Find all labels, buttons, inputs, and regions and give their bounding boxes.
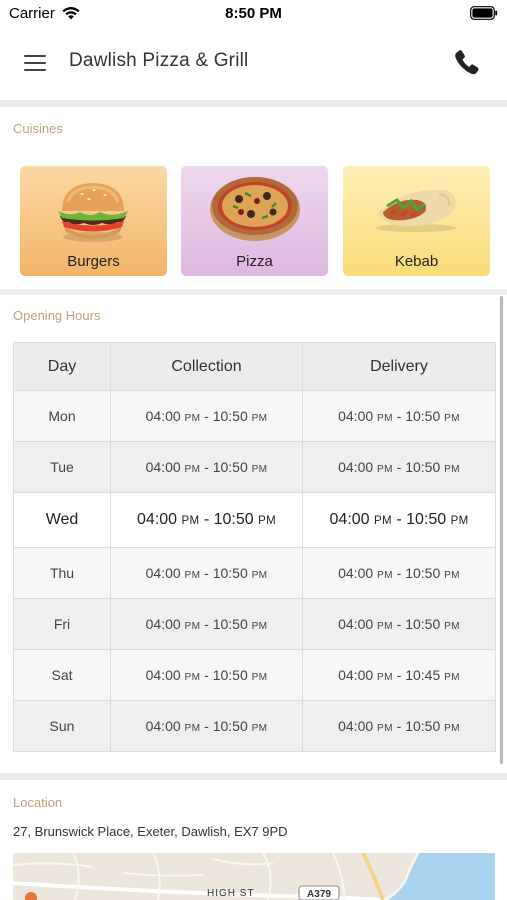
- delivery-hours-cell: 04:00 PM - 10:50 PM: [302, 441, 496, 493]
- collection-hours-cell: 04:00 PM - 10:50 PM: [110, 598, 303, 650]
- opening-hours-title: Opening Hours: [13, 308, 101, 323]
- column-header-delivery: Delivery: [302, 342, 496, 391]
- section-divider: [0, 289, 507, 295]
- table-header-row: Day Collection Delivery: [13, 342, 496, 391]
- day-cell: Sat: [13, 649, 111, 701]
- day-cell: Wed: [13, 492, 111, 548]
- column-header-day: Day: [13, 342, 111, 391]
- cuisine-card-kebab[interactable]: Kebab: [343, 166, 490, 276]
- hours-scrollbar[interactable]: [500, 296, 503, 764]
- map-road-label: A379: [307, 889, 331, 900]
- cuisine-card-burgers[interactable]: Burgers: [20, 166, 167, 276]
- cuisine-card-pizza[interactable]: Pizza: [181, 166, 328, 276]
- table-row: Sun 04:00 PM - 10:50 PM 04:00 PM - 10:50…: [13, 700, 496, 752]
- section-divider: [0, 773, 507, 780]
- collection-hours-cell: 04:00 PM - 10:50 PM: [110, 390, 303, 442]
- status-bar: Carrier 8:50 PM: [0, 0, 507, 28]
- table-row: Sat 04:00 PM - 10:50 PM 04:00 PM - 10:45…: [13, 649, 496, 701]
- table-row: Thu 04:00 PM - 10:50 PM 04:00 PM - 10:50…: [13, 547, 496, 599]
- delivery-hours-cell: 04:00 PM - 10:50 PM: [302, 390, 496, 442]
- table-row: Mon 04:00 PM - 10:50 PM 04:00 PM - 10:50…: [13, 390, 496, 442]
- location-map[interactable]: HIGH ST A379: [13, 853, 495, 900]
- map-street-label: HIGH ST: [207, 888, 255, 899]
- address-text: 27, Brunswick Place, Exeter, Dawlish, EX…: [13, 824, 288, 839]
- day-cell: Sun: [13, 700, 111, 752]
- table-row: Tue 04:00 PM - 10:50 PM 04:00 PM - 10:50…: [13, 441, 496, 493]
- collection-hours-cell: 04:00 PM - 10:50 PM: [110, 441, 303, 493]
- hamburger-menu-icon[interactable]: [19, 48, 51, 76]
- collection-hours-cell: 04:00 PM - 10:50 PM: [110, 492, 303, 548]
- cuisine-label: Kebab: [394, 253, 439, 270]
- table-row-today: Wed 04:00 PM - 10:50 PM 04:00 PM - 10:50…: [13, 492, 496, 548]
- status-time: 8:50 PM: [225, 5, 282, 22]
- cuisines-title: Cuisines: [13, 121, 63, 136]
- collection-hours-cell: 04:00 PM - 10:50 PM: [110, 700, 303, 752]
- collection-hours-cell: 04:00 PM - 10:50 PM: [110, 649, 303, 701]
- day-cell: Tue: [13, 441, 111, 493]
- table-row: Fri 04:00 PM - 10:50 PM 04:00 PM - 10:50…: [13, 598, 496, 650]
- delivery-hours-cell: 04:00 PM - 10:45 PM: [302, 649, 496, 701]
- day-cell: Mon: [13, 390, 111, 442]
- battery-icon: [470, 6, 498, 20]
- phone-icon[interactable]: [451, 46, 483, 78]
- day-cell: Fri: [13, 598, 111, 650]
- column-header-collection: Collection: [110, 342, 303, 391]
- location-title: Location: [13, 795, 63, 810]
- delivery-hours-cell: 04:00 PM - 10:50 PM: [302, 700, 496, 752]
- section-divider: [0, 100, 507, 107]
- delivery-hours-cell: 04:00 PM - 10:50 PM: [302, 547, 496, 599]
- delivery-hours-cell: 04:00 PM - 10:50 PM: [302, 492, 496, 548]
- day-cell: Thu: [13, 547, 111, 599]
- cuisine-label: Burgers: [67, 253, 120, 270]
- collection-hours-cell: 04:00 PM - 10:50 PM: [110, 547, 303, 599]
- page-title: Dawlish Pizza & Grill: [69, 50, 249, 71]
- nav-bar: Dawlish Pizza & Grill: [0, 28, 507, 100]
- delivery-hours-cell: 04:00 PM - 10:50 PM: [302, 598, 496, 650]
- opening-hours-table: Day Collection Delivery Mon 04:00 PM - 1…: [13, 342, 496, 752]
- cuisine-label: Pizza: [236, 253, 273, 270]
